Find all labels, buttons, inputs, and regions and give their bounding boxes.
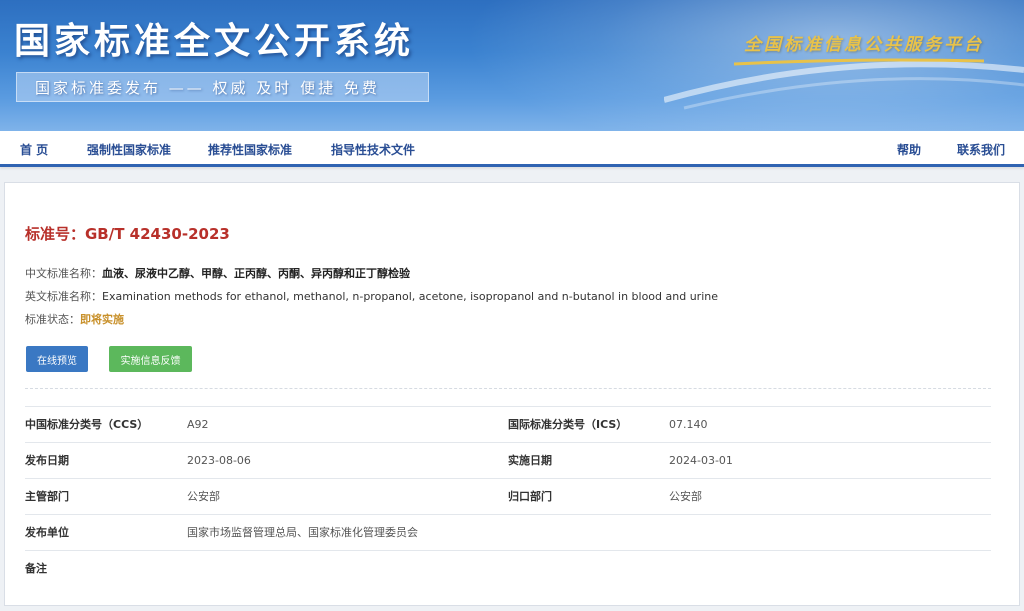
publish-date-value: 2023-08-06 [187,454,251,467]
en-name-line: 英文标准名称：Examination methods for ethanol, … [25,288,718,304]
nav-contact-us[interactable]: 联系我们 [957,141,1005,158]
publish-date-label: 发布日期 [25,454,69,467]
standard-number: 标准号：GB/T 42430-2023 [25,225,230,243]
owner-value: 公安部 [669,490,702,503]
section-divider [25,388,991,389]
slogan-text: 国家标准委发布 —— 权威 及时 便捷 免费 [35,78,380,97]
impl-date-value: 2024-03-01 [669,454,733,467]
platform-name: 全国标准信息公共服务平台 [744,35,984,55]
owner-label: 归口部门 [508,490,552,503]
platform-underline-decoration [734,58,984,66]
cn-name-label: 中文标准名称： [25,267,102,280]
main-nav: 首 页 强制性国家标准 推荐性国家标准 指导性技术文件 帮助 联系我们 [0,131,1024,167]
nav-home[interactable]: 首 页 [20,141,48,158]
status-value: 即将实施 [80,313,124,326]
standard-detail-panel: 标准号：GB/T 42430-2023 中文标准名称：血液、尿液中乙醇、甲醇、正… [4,182,1020,606]
online-preview-button[interactable]: 在线预览 [26,346,88,372]
publisher-label: 发布单位 [25,526,69,539]
dept-label: 主管部门 [25,490,69,503]
publisher-value: 国家市场监督管理总局、国家标准化管理委员会 [187,526,418,539]
nav-guidance-documents[interactable]: 指导性技术文件 [331,141,415,158]
ccs-value: A92 [187,418,209,431]
site-title: 国家标准全文公开系统 [14,21,415,62]
detail-row-classification: 中国标准分类号（CCS） A92 国际标准分类号（ICS） 07.140 [25,406,991,442]
implementation-feedback-button[interactable]: 实施信息反馈 [109,346,192,372]
status-line: 标准状态：即将实施 [25,311,124,327]
ccs-label: 中国标准分类号（CCS） [25,418,149,431]
detail-row-remark: 备注 [25,550,991,586]
ics-label: 国际标准分类号（ICS） [508,418,628,431]
nav-mandatory-standards[interactable]: 强制性国家标准 [87,141,171,158]
detail-row-departments: 主管部门 公安部 归口部门 公安部 [25,478,991,514]
cn-name-line: 中文标准名称：血液、尿液中乙醇、甲醇、正丙醇、丙酮、异丙醇和正丁醇检验 [25,265,410,281]
remark-label: 备注 [25,562,47,575]
detail-row-dates: 发布日期 2023-08-06 实施日期 2024-03-01 [25,442,991,478]
detail-row-publisher: 发布单位 国家市场监督管理总局、国家标准化管理委员会 [25,514,991,550]
impl-date-label: 实施日期 [508,454,552,467]
nav-help[interactable]: 帮助 [897,141,921,158]
dept-value: 公安部 [187,490,220,503]
slogan-bar: 国家标准委发布 —— 权威 及时 便捷 免费 [16,72,429,102]
nav-recommended-standards[interactable]: 推荐性国家标准 [208,141,292,158]
en-name-label: 英文标准名称： [25,290,102,303]
status-label: 标准状态： [25,313,80,326]
ics-value: 07.140 [669,418,708,431]
cn-name-value: 血液、尿液中乙醇、甲醇、正丙醇、丙酮、异丙醇和正丁醇检验 [102,267,410,280]
en-name-value: Examination methods for ethanol, methano… [102,290,718,303]
header-banner: 国家标准全文公开系统 国家标准委发布 —— 权威 及时 便捷 免费 全国标准信息… [0,0,1024,131]
